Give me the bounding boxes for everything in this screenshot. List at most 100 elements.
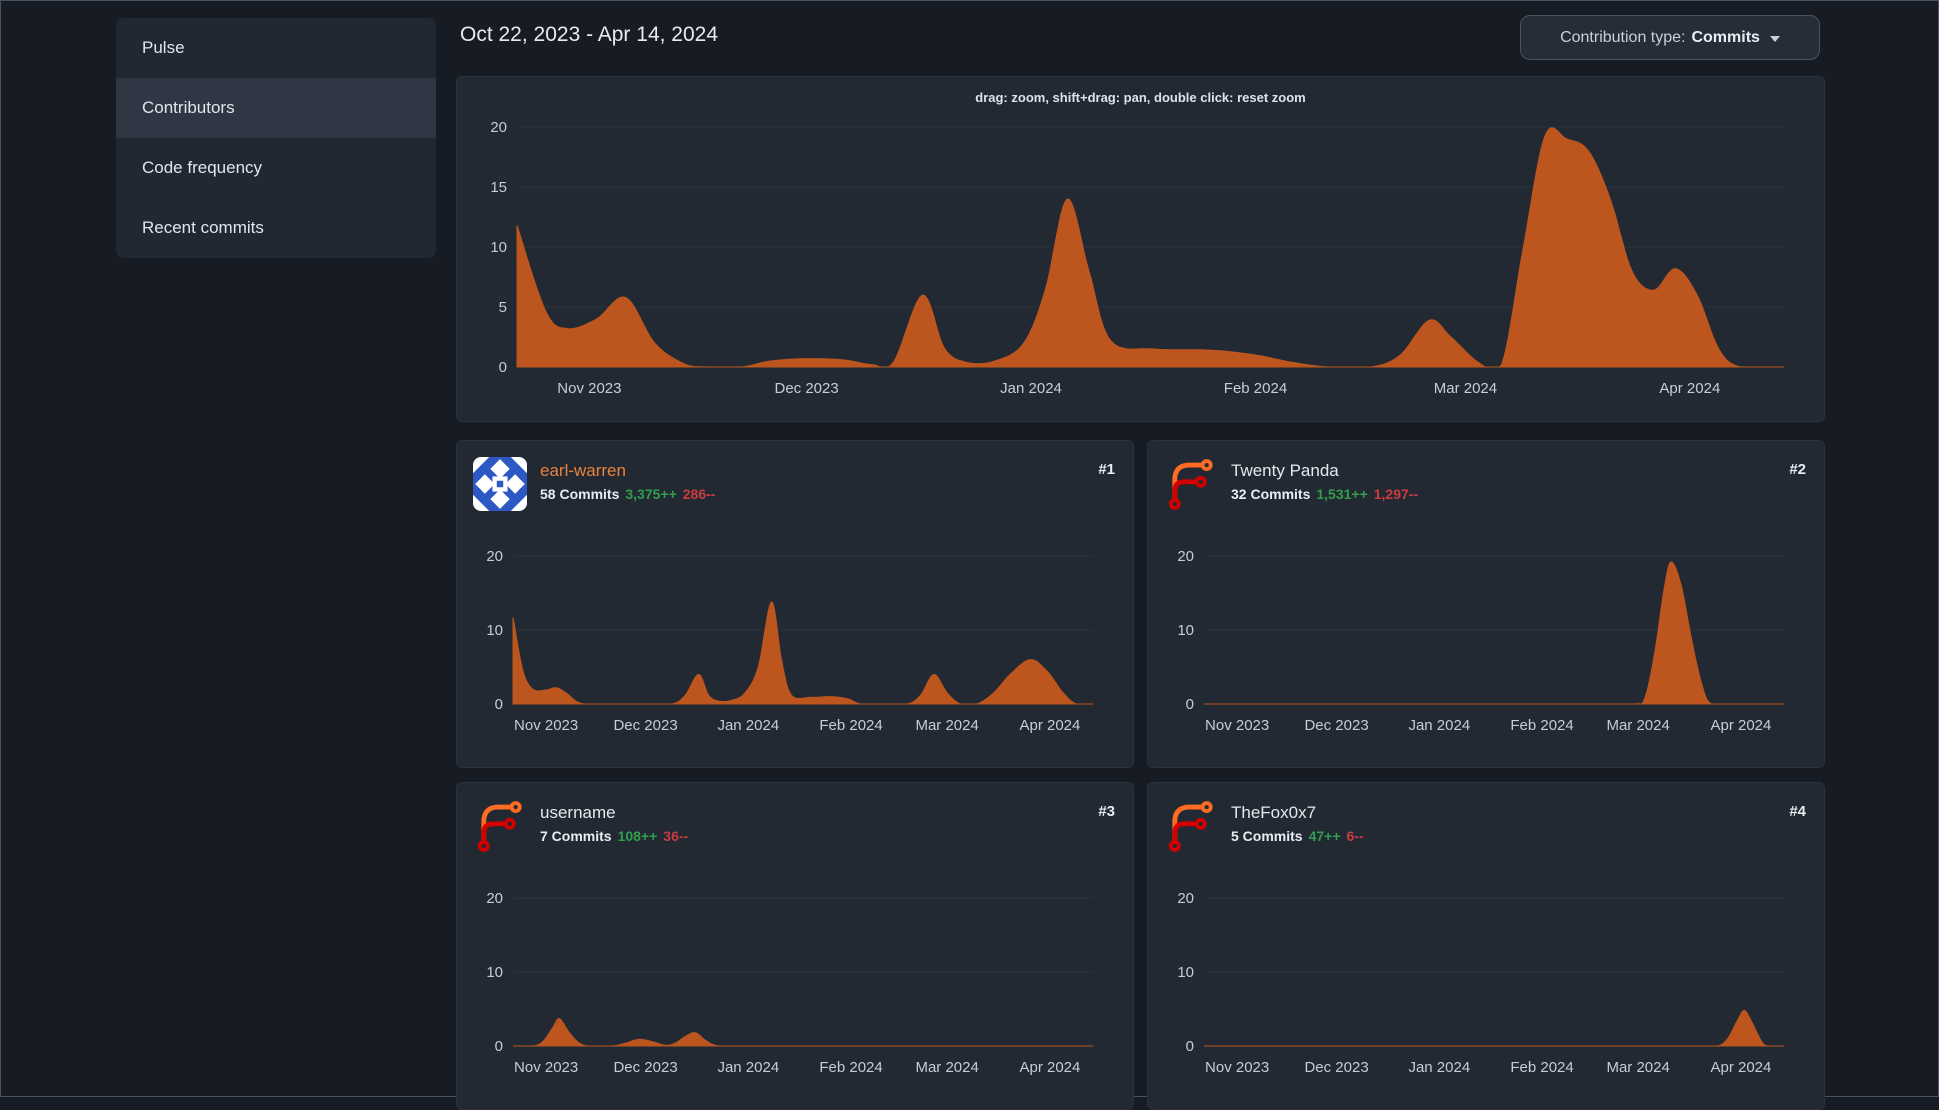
svg-text:Apr 2024: Apr 2024 [1659, 380, 1720, 397]
svg-text:Dec 2023: Dec 2023 [613, 717, 677, 734]
svg-text:5: 5 [499, 299, 507, 316]
rank-badge: #3 [1098, 803, 1115, 820]
svg-text:Nov 2023: Nov 2023 [514, 1059, 578, 1076]
chart-zoom-hint: drag: zoom, shift+drag: pan, double clic… [975, 89, 1306, 105]
contributor-name-link[interactable]: TheFox0x7 [1231, 801, 1364, 825]
deletions-count: 36-- [663, 828, 689, 844]
svg-text:Mar 2024: Mar 2024 [1434, 380, 1497, 397]
sidebar-item-contributors[interactable]: Contributors [116, 78, 436, 138]
overall-commits-card: drag: zoom, shift+drag: pan, double clic… [456, 76, 1825, 422]
svg-text:10: 10 [486, 622, 503, 639]
contributor-name-link[interactable]: earl-warren [540, 459, 715, 483]
activity-sidebar: Pulse Contributors Code frequency Recent… [116, 18, 436, 258]
contributor-stats: 7 Commits 108++ 36-- [540, 825, 688, 847]
additions-count: 47++ [1308, 828, 1341, 844]
additions-count: 1,531++ [1316, 486, 1368, 502]
commit-count: 7 Commits [540, 828, 612, 844]
rank-badge: #1 [1098, 461, 1115, 478]
contributor-area-chart[interactable]: 0 10 20 Nov 2023 Dec 2023 Jan 2024 Feb 2024 Mar… [473, 541, 1119, 741]
svg-text:Feb 2024: Feb 2024 [819, 1059, 882, 1076]
svg-text:0: 0 [495, 696, 503, 713]
svg-text:Mar 2024: Mar 2024 [915, 1059, 978, 1076]
commit-count: 5 Commits [1231, 828, 1303, 844]
svg-text:10: 10 [486, 964, 503, 981]
deletions-count: 1,297-- [1373, 486, 1419, 502]
svg-text:Dec 2023: Dec 2023 [774, 380, 838, 397]
svg-text:15: 15 [490, 179, 507, 196]
contributor-area-chart[interactable]: 0 10 20 Nov 2023 Dec 2023 Jan 2024 Feb 2024 Mar… [1164, 883, 1810, 1083]
contributor-area-chart[interactable]: 0 10 20 Nov 2023 Dec 2023 Jan 2024 Feb 2024 Mar… [473, 883, 1119, 1083]
contributor-card-3: username 7 Commits 108++ 36-- #3 0 10 20 Nov … [456, 782, 1134, 1110]
contributor-area-chart[interactable]: 0 10 20 Nov 2023 Dec 2023 Jan 2024 Feb 2024 Mar… [1164, 541, 1810, 741]
contribution-type-dropdown[interactable]: Contribution type: Commits [1520, 15, 1820, 60]
date-range-title: Oct 22, 2023 - Apr 14, 2024 [460, 23, 719, 46]
contributor-card-header: Twenty Panda 32 Commits 1,531++ 1,297-- #2 [1148, 441, 1824, 511]
svg-text:Nov 2023: Nov 2023 [1205, 1059, 1269, 1076]
svg-text:10: 10 [1177, 622, 1194, 639]
contributor-card-header: earl-warren 58 Commits 3,375++ 286-- #1 [457, 441, 1133, 511]
avatar[interactable] [473, 799, 527, 853]
overall-commits-area-chart[interactable]: 0 5 10 15 20 Nov 2023 Dec 2023 Jan 2024 Feb 2024… [473, 111, 1810, 411]
svg-text:Jan 2024: Jan 2024 [1000, 380, 1062, 397]
svg-text:20: 20 [1177, 890, 1194, 907]
avatar[interactable] [473, 457, 527, 511]
svg-text:Dec 2023: Dec 2023 [1304, 1059, 1368, 1076]
svg-text:20: 20 [486, 890, 503, 907]
contributor-card-header: username 7 Commits 108++ 36-- #3 [457, 783, 1133, 853]
svg-text:0: 0 [1186, 696, 1194, 713]
svg-text:Jan 2024: Jan 2024 [1408, 717, 1470, 734]
additions-count: 3,375++ [625, 486, 677, 502]
svg-text:Jan 2024: Jan 2024 [717, 1059, 779, 1076]
svg-text:10: 10 [1177, 964, 1194, 981]
svg-text:0: 0 [495, 1038, 503, 1055]
contributor-card-4: TheFox0x7 5 Commits 47++ 6-- #4 0 10 20 Nov 2… [1147, 782, 1825, 1110]
contributors-page: { "sidebar": { "items": [ { "label": "Pu… [0, 0, 1939, 1110]
chevron-down-icon [1769, 36, 1780, 42]
svg-text:10: 10 [490, 239, 507, 256]
svg-text:Mar 2024: Mar 2024 [1606, 1059, 1669, 1076]
commit-count: 58 Commits [540, 486, 620, 502]
svg-text:Feb 2024: Feb 2024 [1510, 717, 1573, 734]
avatar[interactable] [1164, 799, 1218, 853]
svg-text:Feb 2024: Feb 2024 [1224, 380, 1287, 397]
contribution-type-value: Commits [1691, 28, 1760, 46]
additions-count: 108++ [617, 828, 658, 844]
svg-text:0: 0 [1186, 1038, 1194, 1055]
avatar[interactable] [1164, 457, 1218, 511]
contributor-card-2: Twenty Panda 32 Commits 1,531++ 1,297-- #2… [1147, 440, 1825, 768]
svg-text:Feb 2024: Feb 2024 [819, 717, 882, 734]
sidebar-item-recent-commits[interactable]: Recent commits [116, 198, 436, 258]
svg-text:Jan 2024: Jan 2024 [717, 717, 779, 734]
svg-text:Mar 2024: Mar 2024 [915, 717, 978, 734]
svg-text:Dec 2023: Dec 2023 [1304, 717, 1368, 734]
svg-text:Dec 2023: Dec 2023 [613, 1059, 677, 1076]
deletions-count: 6-- [1346, 828, 1364, 844]
svg-text:Nov 2023: Nov 2023 [557, 380, 621, 397]
svg-text:Nov 2023: Nov 2023 [514, 717, 578, 734]
svg-text:Nov 2023: Nov 2023 [1205, 717, 1269, 734]
svg-text:20: 20 [1177, 548, 1194, 565]
svg-text:Mar 2024: Mar 2024 [1606, 717, 1669, 734]
svg-text:0: 0 [499, 359, 507, 376]
contributor-card-header: TheFox0x7 5 Commits 47++ 6-- #4 [1148, 783, 1824, 853]
commit-count: 32 Commits [1231, 486, 1311, 502]
contributor-stats: 32 Commits 1,531++ 1,297-- [1231, 483, 1418, 505]
svg-text:Jan 2024: Jan 2024 [1408, 1059, 1470, 1076]
svg-text:Apr 2024: Apr 2024 [1019, 1059, 1080, 1076]
rank-badge: #2 [1789, 461, 1806, 478]
svg-text:20: 20 [490, 119, 507, 136]
contributor-card-1: earl-warren 58 Commits 3,375++ 286-- #1 0 1… [456, 440, 1134, 768]
contributor-stats: 5 Commits 47++ 6-- [1231, 825, 1364, 847]
sidebar-item-code-frequency[interactable]: Code frequency [116, 138, 436, 198]
contribution-type-label: Contribution type: [1560, 28, 1686, 46]
deletions-count: 286-- [682, 486, 716, 502]
sidebar-item-pulse[interactable]: Pulse [116, 18, 436, 78]
contributor-stats: 58 Commits 3,375++ 286-- [540, 483, 715, 505]
svg-text:Apr 2024: Apr 2024 [1710, 717, 1771, 734]
svg-text:Apr 2024: Apr 2024 [1019, 717, 1080, 734]
rank-badge: #4 [1789, 803, 1806, 820]
svg-text:Feb 2024: Feb 2024 [1510, 1059, 1573, 1076]
svg-text:20: 20 [486, 548, 503, 565]
contributor-name-link[interactable]: Twenty Panda [1231, 459, 1418, 483]
contributor-name-link[interactable]: username [540, 801, 688, 825]
